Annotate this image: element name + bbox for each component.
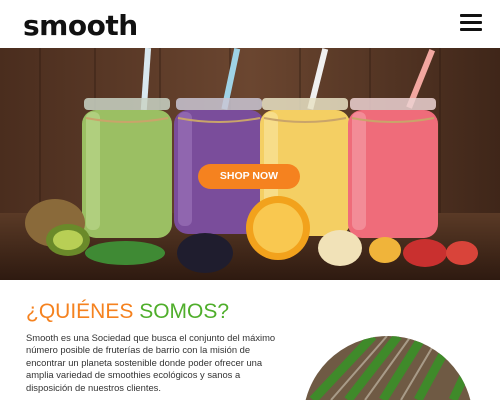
site-header: smooth — [0, 0, 500, 48]
menu-bar-middle — [460, 21, 482, 24]
about-title-part2: SOMOS? — [139, 300, 230, 323]
menu-bar-top — [460, 14, 482, 17]
hero-banner: SHOP NOW — [0, 48, 500, 280]
site-logo[interactable]: smooth — [23, 10, 138, 42]
field-image — [303, 336, 473, 400]
about-description: Smooth es una Sociedad que busca el conj… — [26, 332, 276, 393]
about-section-title: ¿QUIÉNES SOMOS? — [26, 300, 229, 324]
crop-field-illustration — [303, 336, 473, 400]
menu-bar-bottom — [460, 28, 482, 31]
hamburger-menu-icon[interactable] — [460, 13, 482, 33]
about-title-part1: ¿QUIÉNES — [26, 300, 134, 323]
shop-now-button[interactable]: SHOP NOW — [198, 164, 300, 189]
